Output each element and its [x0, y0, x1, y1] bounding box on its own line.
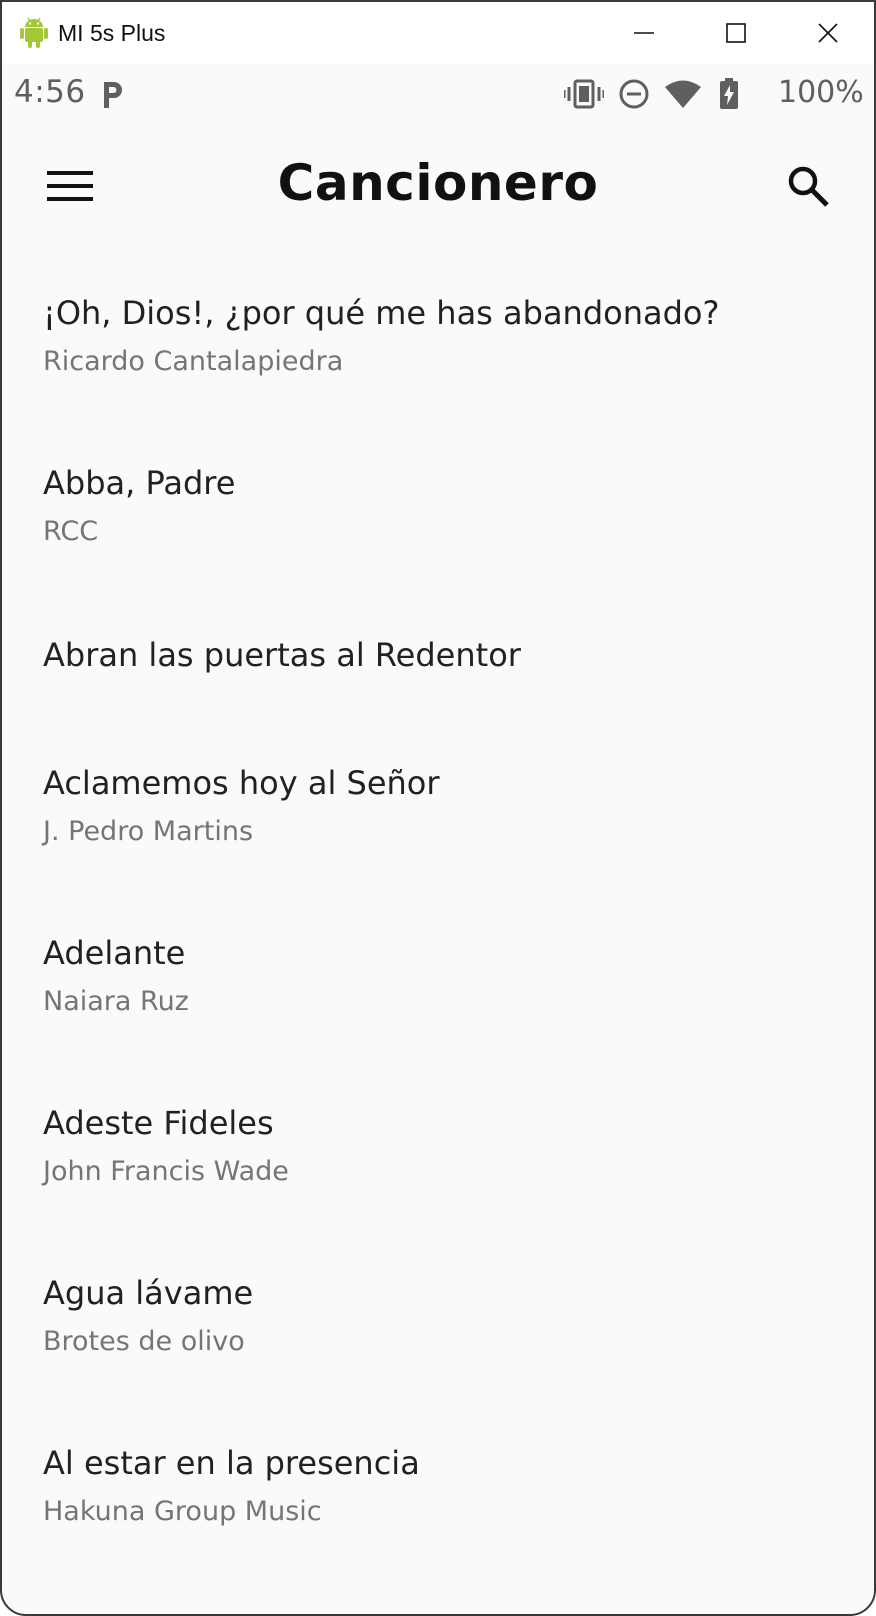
- song-title: ¡Oh, Dios!, ¿por qué me has abandonado?: [43, 294, 720, 332]
- song-title: Aclamemos hoy al Señor: [43, 764, 440, 802]
- song-author: John Francis Wade: [43, 1156, 289, 1187]
- emulator-window: MI 5s Plus 4:56 100% Cancionero ¡Oh, Dio…: [0, 0, 876, 1616]
- battery-charging-icon: [720, 78, 738, 109]
- list-item[interactable]: Adeste Fideles John Francis Wade: [2, 1056, 874, 1226]
- list-item[interactable]: Abran las puertas al Redentor: [2, 586, 874, 716]
- minimize-button[interactable]: [598, 2, 690, 64]
- maximize-icon: [726, 23, 746, 43]
- android-icon: [20, 17, 48, 48]
- list-item[interactable]: Agua lávame Brotes de olivo: [2, 1226, 874, 1396]
- song-title: Abran las puertas al Redentor: [43, 636, 521, 674]
- window-title: MI 5s Plus: [58, 19, 166, 46]
- song-title: Adeste Fideles: [43, 1104, 274, 1142]
- parking-notification-icon: [104, 82, 122, 108]
- song-author: RCC: [43, 516, 99, 547]
- song-author: Ricardo Cantalapiedra: [43, 346, 344, 377]
- list-item[interactable]: ¡Oh, Dios!, ¿por qué me has abandonado? …: [2, 246, 874, 416]
- app-bar: Cancionero: [2, 126, 874, 246]
- window-title-bar[interactable]: MI 5s Plus: [2, 2, 874, 64]
- song-author: Naiara Ruz: [43, 986, 189, 1017]
- minimize-icon: [634, 32, 654, 34]
- song-title: Abba, Padre: [43, 464, 236, 502]
- list-item[interactable]: Adelante Naiara Ruz: [2, 886, 874, 1056]
- maximize-button[interactable]: [690, 2, 782, 64]
- song-title: Al estar en la presencia: [43, 1444, 420, 1482]
- list-item[interactable]: Al estar en la presencia Hakuna Group Mu…: [2, 1396, 874, 1566]
- list-item[interactable]: Abba, Padre RCC: [2, 416, 874, 586]
- close-button[interactable]: [782, 2, 874, 64]
- search-icon: [788, 166, 829, 207]
- close-icon: [818, 23, 838, 43]
- clock: 4:56: [14, 74, 86, 110]
- song-author: Hakuna Group Music: [43, 1496, 322, 1527]
- wifi-icon: [665, 80, 701, 108]
- search-button[interactable]: [776, 154, 840, 218]
- status-bar: 4:56 100%: [2, 64, 874, 126]
- song-author: Brotes de olivo: [43, 1326, 245, 1357]
- page-title: Cancionero: [277, 154, 599, 212]
- song-title: Adelante: [43, 934, 186, 972]
- vibrate-icon: [564, 79, 604, 109]
- list-item[interactable]: Aclamemos hoy al Señor J. Pedro Martins: [2, 716, 874, 886]
- do-not-disturb-icon: [619, 79, 649, 109]
- battery-percentage: 100%: [778, 75, 864, 110]
- song-author: J. Pedro Martins: [43, 816, 254, 847]
- song-title: Agua lávame: [43, 1274, 254, 1312]
